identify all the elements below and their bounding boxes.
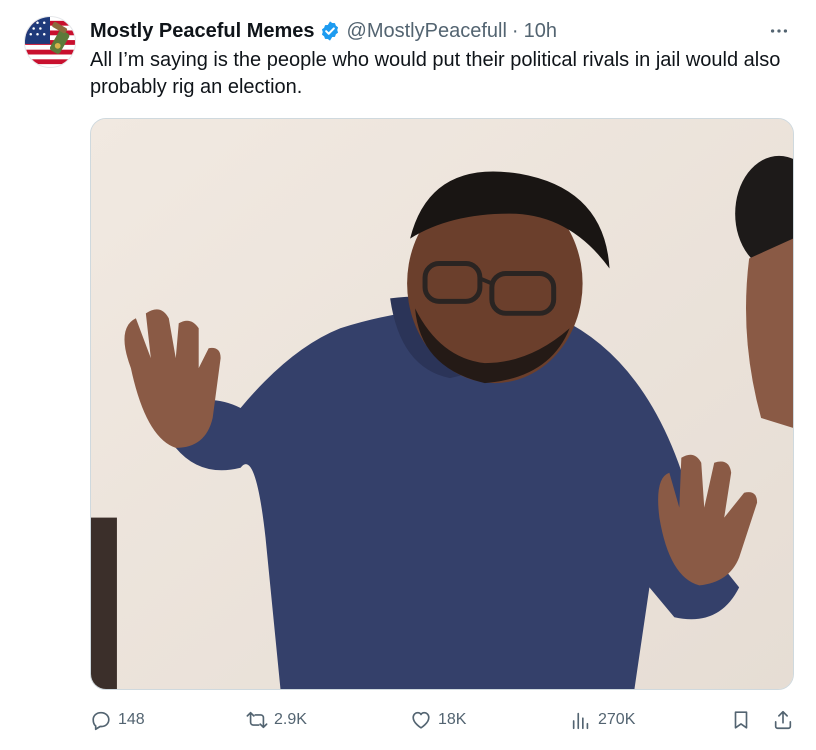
views-button[interactable]: 270K	[570, 706, 635, 734]
flag-avatar-icon	[25, 17, 75, 67]
retweet-count: 2.9K	[274, 711, 307, 728]
bookmark-icon	[730, 709, 752, 731]
tweet: Mostly Peaceful Memes @MostlyPeacefull ·…	[0, 0, 816, 750]
share-icon	[772, 709, 794, 731]
separator-dot: ·	[511, 19, 519, 42]
heart-icon	[410, 709, 432, 731]
tweet-text: All I’m saying is the people who would p…	[90, 49, 781, 98]
retweet-icon	[246, 709, 268, 731]
meme-image	[91, 119, 793, 689]
like-count: 18K	[438, 711, 467, 728]
reply-icon	[90, 709, 112, 731]
tweet-header: Mostly Peaceful Memes @MostlyPeacefull ·…	[90, 18, 796, 44]
tweet-actions-bar: 148 2.9K 18K 270K	[90, 706, 800, 734]
timestamp[interactable]: 10h	[524, 20, 557, 43]
reply-button[interactable]: 148	[90, 706, 145, 734]
share-button[interactable]	[772, 706, 794, 734]
avatar[interactable]	[24, 16, 76, 68]
views-count: 270K	[598, 711, 636, 728]
tweet-media-image[interactable]	[90, 118, 794, 690]
retweet-button[interactable]: 2.9K	[246, 706, 307, 734]
views-chart-icon	[570, 709, 592, 731]
verified-badge-icon	[319, 20, 341, 42]
more-options-icon[interactable]	[764, 16, 794, 46]
bookmark-button[interactable]	[730, 706, 752, 734]
user-handle[interactable]: @MostlyPeacefull	[347, 20, 507, 43]
like-button[interactable]: 18K	[410, 706, 466, 734]
display-name[interactable]: Mostly Peaceful Memes	[90, 20, 315, 43]
reply-count: 148	[118, 711, 145, 728]
